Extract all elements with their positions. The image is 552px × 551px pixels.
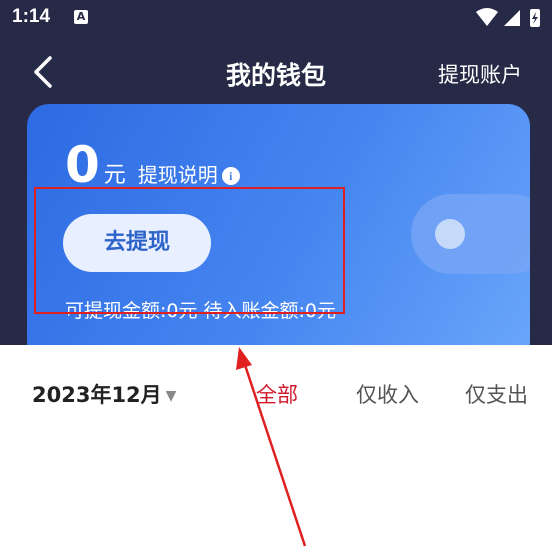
chevron-left-icon [34,56,52,88]
navbar: 我的钱包 提现账户 [0,44,552,98]
card-decoration-dot [435,219,465,249]
status-time: 1:14 [12,6,51,27]
withdraw-explain-label: 提现说明 [137,163,218,187]
tab-income-only[interactable]: 仅收入 [356,379,419,409]
tab-all[interactable]: 全部 [256,379,298,409]
withdraw-explain-link[interactable]: 提现说明 i [138,163,240,187]
balance-amount: 0 [65,136,100,194]
wallet-card: 0 元提现说明 i 去提现 可提现金额:0元 待入账金额:0元 [27,104,530,364]
back-button[interactable] [26,52,66,92]
card-decoration [411,194,530,274]
caret-down-icon: ▼ [165,388,177,404]
withdraw-button[interactable]: 去提现 [63,214,211,272]
month-selector[interactable]: 2023年12月 ▼ [32,379,176,409]
month-label: 2023年12月 [32,383,162,407]
tab-expense-only[interactable]: 仅支出 [465,379,528,409]
withdraw-account-link[interactable]: 提现账户 [438,59,522,89]
status-bar: 1:14 A [0,0,552,36]
balance-unit: 元 [103,163,126,188]
info-icon: i [221,167,240,185]
status-icons [474,7,544,29]
balance-summary: 可提现金额:0元 待入账金额:0元 [65,300,337,322]
transactions-panel: 2023年12月 ▼ 全部 仅收入 仅支出 [0,345,552,551]
notification-icon: A [74,10,88,24]
wifi-icon [476,8,498,26]
signal-icon [504,10,520,26]
balance-amount-row: 0 元提现说明 i [65,140,240,190]
